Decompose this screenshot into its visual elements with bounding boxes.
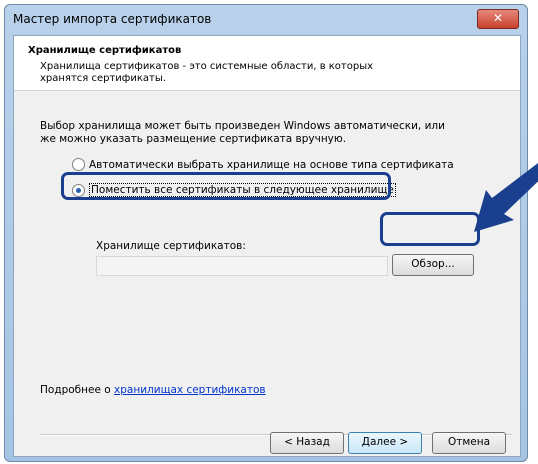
cancel-button[interactable]: Отмена bbox=[432, 432, 506, 454]
more-info-prefix: Подробнее о bbox=[40, 384, 115, 396]
close-button[interactable]: ✕ bbox=[477, 9, 519, 29]
browse-button[interactable]: Обзор... bbox=[392, 254, 474, 276]
radio-auto-button[interactable] bbox=[72, 158, 85, 171]
store-label: Хранилище сертификатов: bbox=[96, 240, 246, 252]
wizard-header: Хранилище сертификатов Хранилища сертифи… bbox=[14, 36, 520, 91]
radio-auto-label: Автоматически выбрать хранилище на основ… bbox=[89, 158, 454, 171]
wizard-content: Хранилище сертификатов Хранилища сертифи… bbox=[13, 35, 521, 457]
radio-auto[interactable]: Автоматически выбрать хранилище на основ… bbox=[72, 158, 454, 171]
description-text: Выбор хранилища может быть произведен Wi… bbox=[40, 120, 445, 145]
annotation-arrow-icon bbox=[474, 163, 538, 232]
close-icon: ✕ bbox=[492, 11, 504, 25]
browse-highlight bbox=[380, 212, 480, 246]
window-title: Мастер импорта сертификатов bbox=[13, 12, 212, 26]
store-info-link[interactable]: хранилищах сертификатов bbox=[114, 384, 266, 396]
more-info: Подробнее о хранилищах сертификатов bbox=[40, 384, 266, 396]
page-subtitle: Хранилища сертификатов - это системные о… bbox=[40, 61, 374, 84]
radio-highlight bbox=[61, 172, 391, 200]
store-field bbox=[96, 256, 388, 276]
next-button[interactable]: Далее > bbox=[348, 432, 422, 454]
page-title: Хранилище сертификатов bbox=[28, 45, 182, 56]
back-button[interactable]: < Назад bbox=[270, 432, 344, 454]
